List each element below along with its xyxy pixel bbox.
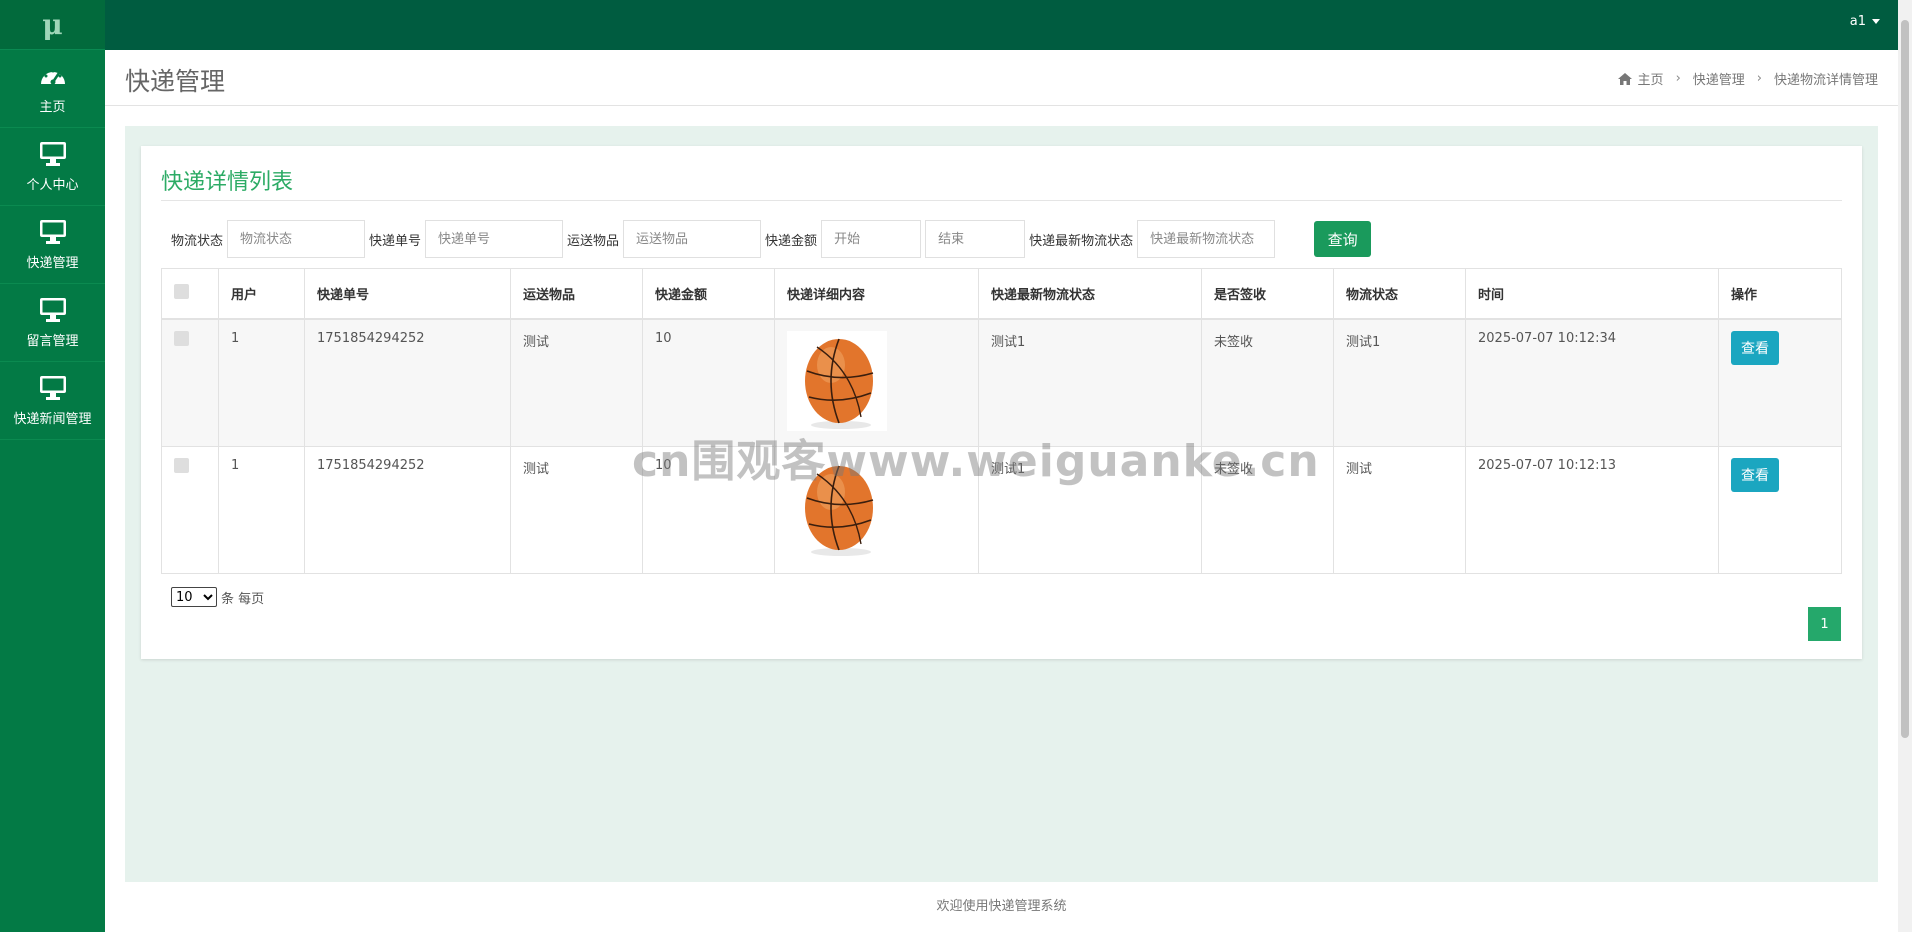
user-name: a1 xyxy=(1849,14,1866,29)
column-header: 操作 xyxy=(1718,268,1842,320)
sidebar-item-label: 个人中心 xyxy=(26,178,79,193)
action-cell: 查看 xyxy=(1718,318,1842,447)
sidebar-item-label: 主页 xyxy=(39,100,66,115)
page-size-select[interactable]: 10 xyxy=(171,587,217,607)
scroll-thumb[interactable] xyxy=(1901,20,1909,738)
signed-cell: 未签收 xyxy=(1201,318,1334,447)
item-label: 运送物品 xyxy=(567,233,620,249)
basketball-image xyxy=(787,330,887,431)
action-cell: 查看 xyxy=(1718,445,1842,574)
select-all-cell xyxy=(161,268,219,320)
card-title: 快递详情列表 xyxy=(161,170,294,195)
user-menu[interactable]: a1 xyxy=(1850,14,1880,29)
signed-cell: 未签收 xyxy=(1201,445,1334,574)
footer: 欢迎使用快递管理系统 xyxy=(105,882,1898,932)
home-icon xyxy=(1617,72,1632,85)
page-size-control: 10 条 每页 xyxy=(171,587,264,607)
sidebar-item-messages[interactable]: 留言管理 xyxy=(0,284,105,362)
column-header: 快递最新物流状态 xyxy=(978,268,1202,320)
view-button[interactable]: 查看 xyxy=(1731,330,1779,365)
monitor-icon xyxy=(39,376,66,400)
breadcrumb-home[interactable]: 主页 xyxy=(1638,69,1664,88)
status-cell: 测试1 xyxy=(1333,318,1466,447)
column-header: 运送物品 xyxy=(510,268,643,320)
row-checkbox[interactable] xyxy=(174,457,189,473)
amount-label: 快递金额 xyxy=(765,233,818,249)
sidebar-item-label: 快递管理 xyxy=(26,256,79,271)
query-button[interactable]: 查询 xyxy=(1314,221,1372,257)
amount-cell: 10 xyxy=(642,318,775,447)
breadcrumb-current: 快递物流详情管理 xyxy=(1773,73,1878,88)
divider xyxy=(161,200,1842,201)
sidebar-item-news[interactable]: 快递新闻管理 xyxy=(0,362,105,440)
item-input[interactable] xyxy=(623,220,762,258)
sidebar-item-home[interactable]: 主页 xyxy=(0,50,105,128)
caret-down-icon xyxy=(1872,19,1880,24)
table-header-row: 用户 快递单号 运送物品 快递金额 快递详细内容 快递最新物流状态 是否签收 物… xyxy=(161,268,1842,320)
basketball-image xyxy=(787,457,887,558)
dashboard-icon xyxy=(40,69,65,85)
amount-start-input[interactable] xyxy=(821,220,922,258)
time-cell: 2025-07-07 10:12:34 xyxy=(1465,318,1719,447)
image-cell xyxy=(774,318,979,447)
row-select-cell xyxy=(161,445,219,574)
sidebar-item-profile[interactable]: 个人中心 xyxy=(0,128,105,206)
sidebar-item-express[interactable]: 快递管理 xyxy=(0,206,105,284)
column-header: 快递单号 xyxy=(304,268,511,320)
amount-end-input[interactable] xyxy=(925,220,1026,258)
column-header: 时间 xyxy=(1465,268,1719,320)
breadcrumb: 主页 › 快递管理 › 快递物流详情管理 xyxy=(1617,69,1878,88)
chevron-right-icon: › xyxy=(1756,71,1762,86)
number-label: 快递单号 xyxy=(369,233,422,249)
latest-status-cell: 测试1 xyxy=(978,318,1202,447)
page-title: 快递管理 xyxy=(125,67,226,96)
time-cell: 2025-07-07 10:12:13 xyxy=(1465,445,1719,574)
status-input[interactable] xyxy=(227,220,366,258)
latest-status-input[interactable] xyxy=(1137,220,1276,258)
brand-logo: μ xyxy=(0,0,105,50)
number-cell: 1751854294252 xyxy=(304,318,511,447)
table-row: 1 1751854294252 测试 10 测试 xyxy=(161,445,1842,574)
latest-status-cell: 测试1 xyxy=(978,445,1202,574)
user-cell: 1 xyxy=(218,445,305,574)
item-cell: 测试 xyxy=(510,445,643,574)
select-all-checkbox[interactable] xyxy=(174,283,189,299)
number-input[interactable] xyxy=(425,220,564,258)
row-select-cell xyxy=(161,318,219,447)
top-bar: a1 xyxy=(105,0,1898,50)
scrollbar[interactable] xyxy=(1898,0,1912,932)
per-page-label: 条 每页 xyxy=(221,591,265,607)
column-header: 用户 xyxy=(218,268,305,320)
list-card: 快递详情列表 物流状态 快递单号 运送物品 快递金额 快递最新物流状态 查询 用… xyxy=(141,146,1862,659)
image-cell xyxy=(774,445,979,574)
item-cell: 测试 xyxy=(510,318,643,447)
amount-cell: 10 xyxy=(642,445,775,574)
latest-status-label: 快递最新物流状态 xyxy=(1029,233,1134,249)
page-button-current[interactable]: 1 xyxy=(1808,607,1841,641)
monitor-icon xyxy=(39,142,66,166)
row-checkbox[interactable] xyxy=(174,330,189,346)
status-label: 物流状态 xyxy=(171,233,224,249)
breadcrumb-express[interactable]: 快递管理 xyxy=(1693,69,1745,88)
data-table: 用户 快递单号 运送物品 快递金额 快递详细内容 快递最新物流状态 是否签收 物… xyxy=(161,268,1842,574)
number-cell: 1751854294252 xyxy=(304,445,511,574)
page-header: 快递管理 主页 › 快递管理 › 快递物流详情管理 xyxy=(105,50,1898,106)
chevron-right-icon: › xyxy=(1675,71,1681,86)
sidebar-item-label: 快递新闻管理 xyxy=(13,412,92,427)
sidebar-item-label: 留言管理 xyxy=(26,334,79,349)
search-form: 物流状态 快递单号 运送物品 快递金额 快递最新物流状态 查询 xyxy=(171,219,1372,259)
monitor-icon xyxy=(39,298,66,322)
column-header: 物流状态 xyxy=(1333,268,1466,320)
column-header: 快递详细内容 xyxy=(774,268,979,320)
user-cell: 1 xyxy=(218,318,305,447)
status-cell: 测试 xyxy=(1333,445,1466,574)
sidebar: μ 主页 个人中心 快递管理 留言管理 快递新闻管理 xyxy=(0,0,105,932)
monitor-icon xyxy=(39,220,66,244)
column-header: 快递金额 xyxy=(642,268,775,320)
view-button[interactable]: 查看 xyxy=(1731,457,1779,492)
column-header: 是否签收 xyxy=(1201,268,1334,320)
table-row: 1 1751854294252 测试 10 测试 xyxy=(161,318,1842,447)
